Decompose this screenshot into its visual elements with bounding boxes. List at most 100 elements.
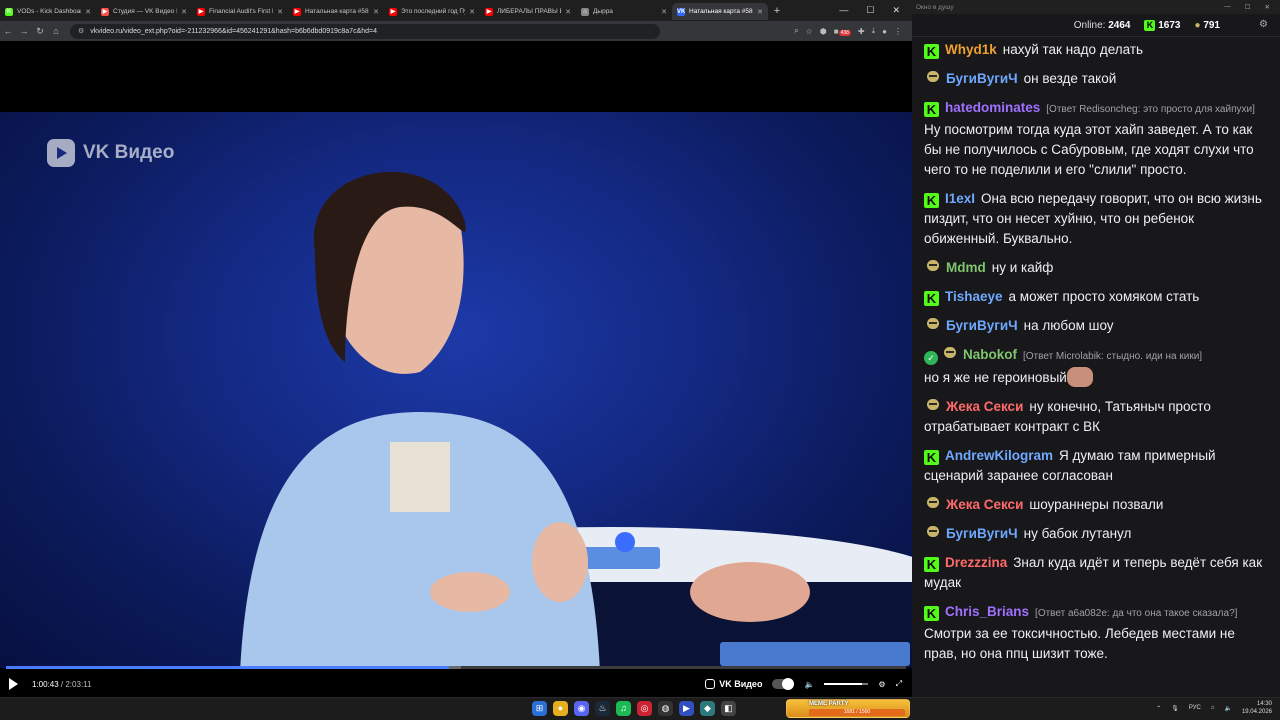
time-display: 1:00:43 / 2:03:11 [32, 680, 91, 689]
chat-username[interactable]: Жека Секси [946, 399, 1023, 414]
browser-tab[interactable]: ▶ Студия — VK Видео Live ✕ [96, 3, 192, 20]
chat-username[interactable]: БугиВугиЧ [946, 71, 1018, 86]
tab-close-icon[interactable]: ✕ [373, 8, 379, 16]
reply-context[interactable]: [Ответ Microlabik: стыдно. иди на кики] [1023, 351, 1202, 362]
browser-tab[interactable]: VK Натальная карта #58 ... ✕ [672, 3, 768, 20]
tab-close-icon[interactable]: ✕ [469, 8, 475, 16]
vk-video-button[interactable]: VK Видео [705, 679, 762, 689]
chat-message-text: Ну посмотрим тогда куда этот хайп заведе… [924, 122, 1254, 177]
reply-context[interactable]: [Ответ Redisoncheg: это просто для хайпу… [1046, 104, 1255, 115]
tab-close-icon[interactable]: ✕ [565, 8, 571, 16]
new-tab-button[interactable]: + [768, 5, 786, 17]
maximize-icon[interactable]: ☐ [1245, 3, 1251, 11]
chat-username[interactable]: hatedominates [945, 100, 1040, 115]
chat-username[interactable]: Whyd1k [945, 42, 997, 57]
site-info-icon[interactable]: ⚙ [78, 27, 84, 35]
spotify-icon[interactable]: ♫ [616, 701, 631, 716]
browser-tab[interactable]: ▶ Натальная карта #58 ... ✕ [288, 3, 384, 20]
browser-tab[interactable]: ⌂ Дырра ✕ [576, 3, 672, 20]
autoplay-toggle[interactable] [772, 678, 795, 690]
online-label: Online: [1073, 19, 1106, 31]
chat-window-controls: — ☐ ✕ [1224, 3, 1280, 11]
video-frame[interactable]: VK Видео [0, 112, 912, 668]
chat-username[interactable]: Жека Секси [946, 497, 1023, 512]
video-player[interactable]: VK Видео 1:00:43 / 2:03:11 VK Видео 🔈 ⚙ … [0, 41, 912, 697]
speaker-icon[interactable]: 🔈 [1224, 705, 1231, 712]
vk-brand-label: VK Видео [719, 679, 763, 689]
chat-message: K Whyd1k нахуй так надо делать [912, 37, 1280, 63]
viewer-badge-icon [924, 70, 942, 85]
chat-username[interactable]: I1exI [945, 191, 975, 206]
chat-message: K Tishaeye а может просто хомяком стать [912, 284, 1280, 310]
chat-message: Жека Секси ну конечно, Татьяныч просто от… [912, 394, 1280, 440]
tray-lang[interactable]: РУС [1189, 705, 1201, 711]
browser-tab[interactable]: ▶ Это последний год Пу ✕ [384, 3, 480, 20]
chat-username[interactable]: Nabokof [963, 347, 1017, 362]
meme-party-widget[interactable]: MEME PARTY 1681 / 1500 [786, 699, 910, 718]
seek-bar[interactable] [6, 666, 906, 669]
chat-username[interactable]: БугиВугиЧ [946, 526, 1018, 541]
extension-icon[interactable]: ⬢ [820, 27, 827, 36]
profile-icon[interactable]: ● [882, 27, 887, 36]
settings-gear-icon[interactable]: ⚙ [878, 680, 885, 689]
tab-close-icon[interactable]: ✕ [277, 8, 283, 16]
browser-tab[interactable]: K VODs - Kick Dashboard ✕ [0, 3, 96, 20]
extension-badge-icon[interactable]: ■ 438 [834, 27, 851, 36]
tab-close-icon[interactable]: ✕ [181, 8, 187, 16]
player-app-icon[interactable]: ▶ [679, 701, 694, 716]
volume-icon[interactable]: 🔈 [804, 680, 814, 689]
viewer-badge-icon [941, 346, 959, 361]
chrome-icon[interactable]: ● [553, 701, 568, 716]
obs-icon[interactable]: ◍ [658, 701, 673, 716]
zoom-icon[interactable]: ⌕ [794, 26, 798, 36]
chat-username[interactable]: Drezzzina [945, 555, 1007, 570]
puzzle-icon[interactable]: ✚ [858, 27, 865, 36]
play-button[interactable] [9, 678, 18, 690]
clock[interactable]: 14:30 19.04.2026 [1242, 700, 1272, 716]
chat-settings-icon[interactable]: ⚙ [1259, 19, 1268, 30]
maximize-icon[interactable]: ☐ [866, 5, 874, 16]
system-tray: ⌃ 🎙 РУС ⌂ 🔈 14:30 19.04.2026 [1156, 700, 1272, 716]
extension-badge: 438 [838, 29, 851, 36]
browser-tab[interactable]: ▶ ЛИБЕРАЛЫ ПРАВЫ ВО ✕ [480, 3, 576, 20]
app-icon[interactable]: ◆ [700, 701, 715, 716]
browser-tab[interactable]: ▶ Financial Audit's First F ✕ [192, 3, 288, 20]
chat-username[interactable]: Tishaeye [945, 289, 1003, 304]
tab-close-icon[interactable]: ✕ [661, 8, 667, 16]
recorder-icon[interactable]: ◎ [637, 701, 652, 716]
app-icon-2[interactable]: ◧ [721, 701, 736, 716]
network-icon[interactable]: ⌂ [1211, 705, 1215, 711]
chat-username[interactable]: Chris_Brians [945, 604, 1029, 619]
volume-slider[interactable] [824, 683, 869, 685]
chat-username[interactable]: БугиВугиЧ [946, 318, 1018, 333]
chat-message-text: а может просто хомяком стать [1008, 289, 1200, 304]
fullscreen-icon[interactable]: ⤢ [896, 679, 902, 689]
url-text: vkvideo.ru/video_ext.php?oid=-211232966&… [90, 27, 378, 35]
url-input[interactable]: ⚙ vkvideo.ru/video_ext.php?oid=-21123296… [70, 23, 660, 39]
kick-badge-icon: K [924, 44, 939, 59]
menu-icon[interactable]: ⋮ [894, 27, 902, 36]
discord-icon[interactable]: ◉ [574, 701, 589, 716]
close-icon[interactable]: ✕ [1265, 3, 1270, 11]
mic-icon[interactable]: 🎙 [1171, 705, 1179, 712]
reload-icon[interactable]: ↻ [32, 26, 48, 37]
tab-close-icon[interactable]: ✕ [757, 8, 763, 16]
chat-username[interactable]: Mdmd [946, 260, 986, 275]
home-icon[interactable]: ⌂ [48, 26, 64, 36]
back-icon[interactable]: ← [0, 26, 16, 36]
chat-message-text: ну и кайф [991, 260, 1054, 275]
download-icon[interactable]: ⤓ [872, 26, 876, 36]
tray-chevron-icon[interactable]: ⌃ [1156, 705, 1161, 712]
forward-icon[interactable]: → [16, 26, 32, 36]
minimize-icon[interactable]: — [839, 5, 848, 16]
bookmark-star-icon[interactable]: ☆ [806, 27, 813, 36]
steam-icon[interactable]: ♨ [595, 701, 610, 716]
reply-context[interactable]: [Ответ a6a082e: да что она такое сказала… [1035, 608, 1237, 619]
tab-close-icon[interactable]: ✕ [85, 8, 91, 16]
chat-username[interactable]: AndrewKilogram [945, 448, 1053, 463]
player-controls: 1:00:43 / 2:03:11 VK Видео 🔈 ⚙ ⤢ [0, 662, 912, 697]
minimize-icon[interactable]: — [1224, 3, 1231, 11]
kick-badge-icon: K [924, 193, 939, 208]
start-icon[interactable]: ⊞ [532, 701, 547, 716]
close-icon[interactable]: ✕ [892, 5, 900, 16]
